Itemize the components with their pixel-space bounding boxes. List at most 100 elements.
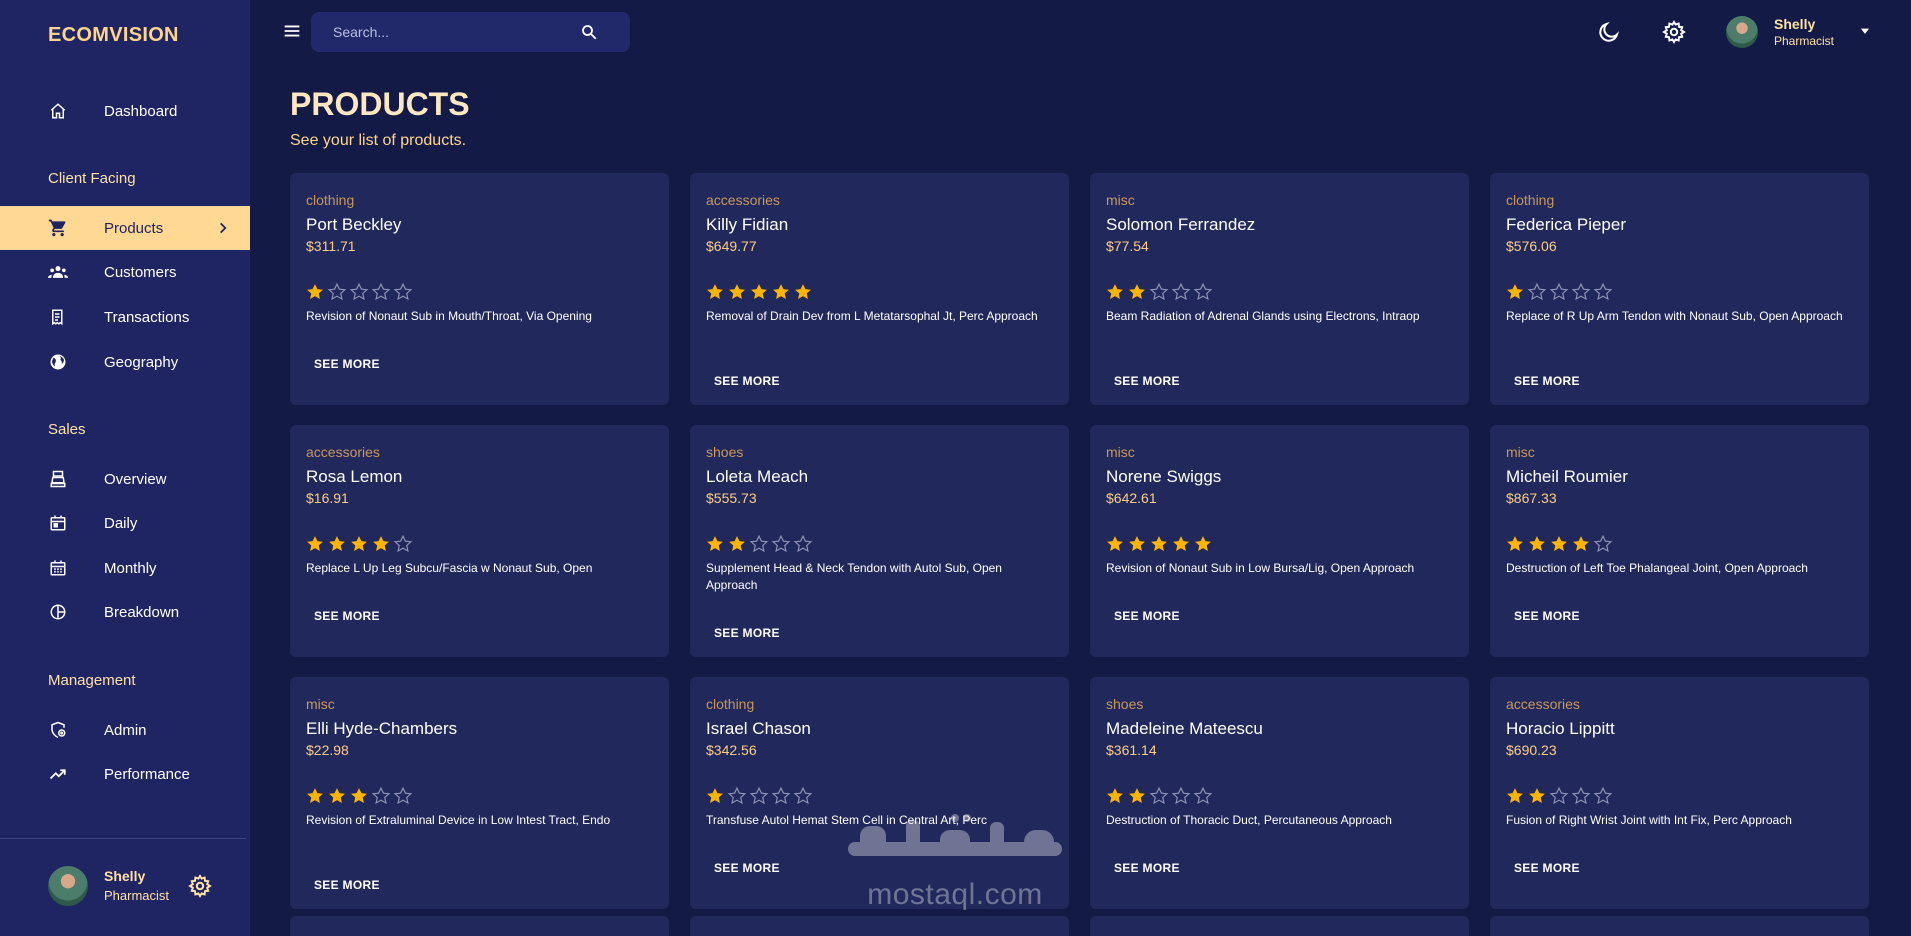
product-name: Norene Swiggs (1106, 467, 1222, 486)
see-more-button[interactable]: SEE MORE (1514, 861, 1580, 875)
sidebar-item-label: Monthly (104, 559, 157, 577)
star-filled-icon (1129, 284, 1145, 299)
star-empty-icon (1593, 786, 1613, 805)
star-empty-icon (1571, 786, 1591, 805)
star-empty-icon (1571, 282, 1591, 301)
star-filled-icon (351, 536, 367, 551)
star-filled-icon (751, 284, 767, 299)
product-card-partial (290, 916, 669, 936)
product-card: shoes Loleta Meach $555.73 Supplement Head … (690, 425, 1069, 657)
star-filled-icon (1529, 536, 1545, 551)
star-empty-icon (1193, 786, 1213, 805)
star-filled-icon (1151, 536, 1167, 551)
product-card: misc Solomon Ferrandez $77.54 Beam Radiatio… (1090, 173, 1469, 405)
product-card: clothing Port Beckley $311.71 Revision of N… (290, 173, 669, 405)
star-filled-icon (1107, 536, 1123, 551)
star-empty-icon (393, 786, 413, 805)
star-empty-icon (393, 282, 413, 301)
product-description: Removal of Drain Dev from L Metatarsopha… (706, 309, 1038, 323)
search-input[interactable] (333, 12, 573, 52)
star-filled-icon (1551, 536, 1567, 551)
product-card: shoes Madeleine Mateescu $361.14 Destructio… (1090, 677, 1469, 909)
product-rating (1105, 786, 1213, 806)
star-empty-icon (1171, 786, 1191, 805)
sidebar-divider (0, 838, 246, 839)
star-empty-icon (349, 282, 369, 301)
user-menu[interactable]: Shelly Pharmacist (1726, 14, 1876, 54)
search-icon[interactable] (580, 23, 598, 41)
star-filled-icon (1529, 788, 1545, 803)
sidebar-item-breakdown[interactable]: Breakdown (0, 590, 250, 634)
sidebar-item-label: Breakdown (104, 603, 180, 621)
star-filled-icon (1573, 536, 1589, 551)
avatar (48, 866, 88, 906)
product-rating (705, 786, 813, 806)
product-price: $690.23 (1506, 742, 1557, 758)
star-empty-icon (749, 786, 769, 805)
see-more-button[interactable]: SEE MORE (1514, 374, 1580, 388)
product-description: Revision of Nonaut Sub in Low Bursa/Lig,… (1106, 561, 1415, 575)
sidebar-item-label: Customers (104, 263, 177, 281)
star-empty-icon (727, 786, 747, 805)
star-empty-icon (327, 282, 347, 301)
product-category: misc (306, 696, 335, 712)
sidebar-item-overview[interactable]: Overview (0, 457, 250, 501)
product-price: $649.77 (706, 238, 757, 254)
star-filled-icon (1195, 536, 1211, 551)
star-filled-icon (1507, 284, 1523, 299)
product-name: Micheil Roumier (1506, 467, 1628, 486)
brand-logo[interactable]: ECOMVISION (48, 24, 179, 47)
star-filled-icon (329, 788, 345, 803)
gear-icon[interactable] (188, 874, 212, 898)
settings-icon[interactable] (1662, 20, 1686, 44)
dark-mode-icon[interactable] (1597, 20, 1621, 44)
product-category: shoes (1106, 696, 1144, 712)
star-empty-icon (771, 534, 791, 553)
see-more-button[interactable]: SEE MORE (314, 357, 380, 371)
chevron-right-icon (216, 221, 230, 235)
product-price: $867.33 (1506, 490, 1557, 506)
product-name: Israel Chason (706, 719, 811, 738)
sidebar-item-customers[interactable]: Customers (0, 250, 250, 294)
product-category: accessories (706, 192, 780, 208)
see-more-button[interactable]: SEE MORE (1114, 374, 1180, 388)
product-rating (1505, 282, 1613, 302)
sidebar-item-performance[interactable]: Performance (0, 752, 250, 796)
star-filled-icon (307, 788, 323, 803)
menu-icon[interactable] (281, 20, 303, 42)
sidebar-item-geography[interactable]: Geography (0, 340, 250, 384)
see-more-button[interactable]: SEE MORE (714, 374, 780, 388)
star-empty-icon (371, 282, 391, 301)
product-rating (305, 282, 413, 302)
see-more-button[interactable]: SEE MORE (314, 878, 380, 892)
sidebar-item-admin[interactable]: Admin (0, 708, 250, 752)
sidebar-item-dashboard[interactable]: Dashboard (0, 89, 250, 133)
product-rating (1505, 534, 1613, 554)
product-category: misc (1106, 444, 1135, 460)
section-sales: Sales (48, 421, 86, 438)
product-card: misc Norene Swiggs $642.61 Revision of Nona… (1090, 425, 1469, 657)
product-description: Destruction of Left Toe Phalangeal Joint… (1506, 561, 1808, 575)
product-category: misc (1506, 444, 1535, 460)
see-more-button[interactable]: SEE MORE (714, 626, 780, 640)
product-description: Destruction of Thoracic Duct, Percutaneo… (1106, 813, 1392, 827)
user-name: Shelly (104, 868, 146, 884)
see-more-button[interactable]: SEE MORE (1114, 609, 1180, 623)
sidebar-item-daily[interactable]: Daily (0, 501, 250, 545)
see-more-button[interactable]: SEE MORE (314, 609, 380, 623)
star-filled-icon (707, 536, 723, 551)
product-rating (705, 534, 813, 554)
see-more-button[interactable]: SEE MORE (1114, 861, 1180, 875)
product-card-partial (690, 916, 1069, 936)
product-name: Killy Fidian (706, 215, 789, 234)
product-price: $77.54 (1106, 238, 1149, 254)
see-more-button[interactable]: SEE MORE (1514, 609, 1580, 623)
sidebar-item-monthly[interactable]: Monthly (0, 546, 250, 590)
star-filled-icon (729, 536, 745, 551)
product-category: accessories (1506, 696, 1580, 712)
see-more-button[interactable]: SEE MORE (714, 861, 780, 875)
star-filled-icon (307, 536, 323, 551)
sidebar-item-products[interactable]: Products (0, 206, 250, 250)
product-name: Madeleine Mateescu (1106, 719, 1263, 738)
sidebar-item-transactions[interactable]: Transactions (0, 295, 250, 339)
